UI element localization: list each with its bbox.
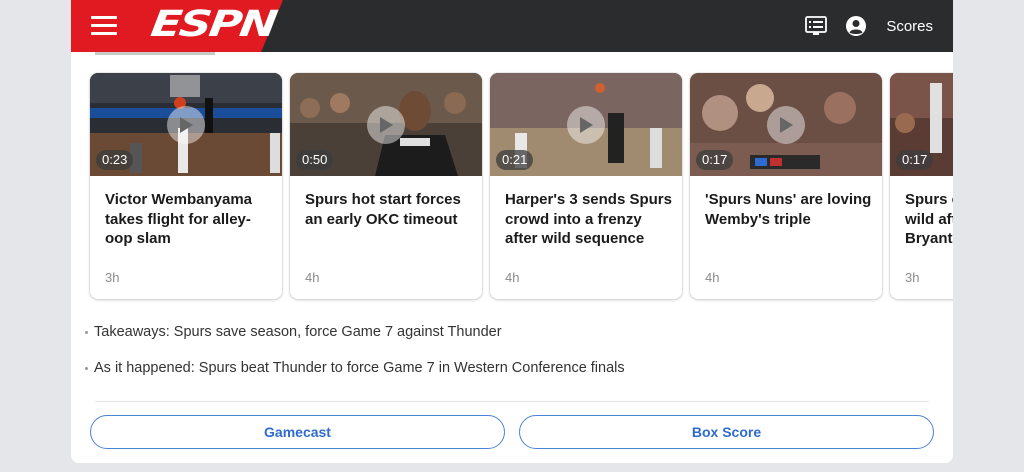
video-duration: 0:17	[696, 150, 734, 170]
video-thumbnail: 0:21	[490, 73, 682, 176]
video-duration: 0:23	[96, 150, 134, 170]
page: ESPN Scores 0:23 Victor Wembanyama takes…	[71, 0, 953, 463]
headline-link[interactable]: As it happened: Spurs beat Thunder to fo…	[85, 358, 625, 394]
video-age: 3h	[905, 270, 920, 285]
video-age: 4h	[505, 270, 520, 285]
headline-text[interactable]: Takeaways: Spurs save season, force Game…	[94, 322, 502, 342]
bullet-icon	[85, 331, 88, 334]
video-thumbnail: 0:17	[890, 73, 953, 176]
video-thumbnail: 0:17	[690, 73, 882, 176]
box-score-button[interactable]: Box Score	[519, 415, 934, 449]
video-duration: 0:17	[896, 150, 934, 170]
scores-link[interactable]: Scores	[886, 18, 933, 35]
video-age: 4h	[705, 270, 720, 285]
video-age: 4h	[305, 270, 320, 285]
video-duration: 0:21	[496, 150, 534, 170]
video-card[interactable]: 0:50 Spurs hot start forces an early OKC…	[290, 73, 482, 299]
video-duration: 0:50	[296, 150, 334, 170]
video-title[interactable]: Victor Wembanyama takes flight for alley…	[105, 190, 273, 249]
tab-indicator	[95, 52, 215, 55]
related-headlines: Takeaways: Spurs save season, force Game…	[85, 322, 625, 394]
play-icon[interactable]	[167, 106, 205, 144]
bullet-icon	[85, 367, 88, 370]
video-title[interactable]: Spurs c wild aft Bryant'	[905, 190, 953, 249]
account-icon[interactable]	[844, 14, 868, 38]
video-card[interactable]: 0:17 Spurs c wild aft Bryant' 3h	[890, 73, 953, 299]
video-title[interactable]: 'Spurs Nuns' are loving Wemby's triple	[705, 190, 873, 229]
video-card[interactable]: 0:23 Victor Wembanyama takes flight for …	[90, 73, 282, 299]
video-age: 3h	[105, 270, 120, 285]
video-title[interactable]: Harper's 3 sends Spurs crowd into a fren…	[505, 190, 673, 249]
top-right-actions: Scores	[804, 0, 933, 52]
video-card[interactable]: 0:21 Harper's 3 sends Spurs crowd into a…	[490, 73, 682, 299]
top-nav-bar: ESPN Scores	[71, 0, 953, 52]
scores-list-icon[interactable]	[804, 14, 828, 38]
play-icon[interactable]	[367, 106, 405, 144]
headline-link[interactable]: Takeaways: Spurs save season, force Game…	[85, 322, 625, 358]
video-thumbnail: 0:23	[90, 73, 282, 176]
play-icon[interactable]	[767, 106, 805, 144]
espn-logo[interactable]: ESPN	[148, 4, 278, 45]
play-icon[interactable]	[567, 106, 605, 144]
video-card[interactable]: 0:17 'Spurs Nuns' are loving Wemby's tri…	[690, 73, 882, 299]
divider	[95, 401, 929, 402]
video-carousel: 0:23 Victor Wembanyama takes flight for …	[90, 73, 953, 299]
video-title[interactable]: Spurs hot start forces an early OKC time…	[305, 190, 473, 229]
headline-text[interactable]: As it happened: Spurs beat Thunder to fo…	[94, 358, 625, 378]
menu-icon[interactable]	[91, 15, 117, 37]
gamecast-button[interactable]: Gamecast	[90, 415, 505, 449]
video-thumbnail: 0:50	[290, 73, 482, 176]
